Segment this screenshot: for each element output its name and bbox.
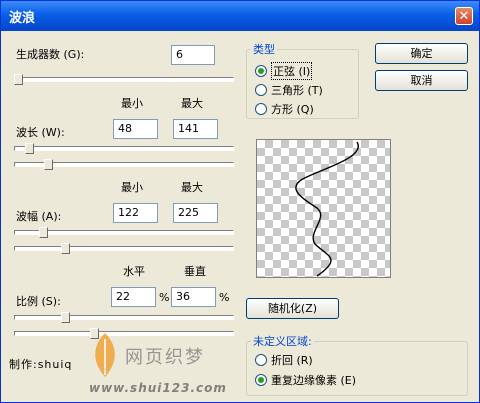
generators-label: 生成器数 (G): bbox=[16, 46, 84, 62]
scale-label: 比例 (S): bbox=[16, 293, 61, 309]
scale-horizontal-header: 水平 bbox=[123, 265, 145, 278]
undefined-repeat-label: 重复边缘像素 (E) bbox=[271, 372, 356, 388]
type-group-legend: 类型 bbox=[251, 41, 277, 57]
type-radio-sine[interactable]: 正弦 (I) bbox=[255, 62, 313, 80]
type-triangle-key: (T) bbox=[307, 84, 323, 97]
amplitude-min-header: 最小 bbox=[121, 181, 143, 194]
watermark-site-name: 网页织梦 bbox=[125, 347, 205, 368]
radio-unselected-icon bbox=[255, 103, 267, 115]
wavelength-max-slider-thumb[interactable] bbox=[43, 159, 53, 170]
undefined-repeat-key: (E) bbox=[340, 374, 357, 387]
wavelength-max-header: 最大 bbox=[181, 97, 203, 110]
watermark-author: 制作:shuiq bbox=[9, 358, 73, 371]
undefined-radio-repeat-edge[interactable]: 重复边缘像素 (E) bbox=[255, 372, 356, 388]
ok-button[interactable]: 确定 bbox=[375, 43, 468, 64]
type-radio-triangle[interactable]: 三角形 (T) bbox=[255, 82, 323, 98]
scale-vertical-header: 垂直 bbox=[184, 265, 206, 278]
wavelength-min-slider-thumb[interactable] bbox=[24, 143, 34, 154]
scale-key: (S): bbox=[41, 295, 61, 308]
type-sine-label: 正弦 (I) bbox=[271, 62, 313, 80]
undefined-repeat-text: 重复边缘像素 bbox=[271, 374, 337, 387]
type-triangle-label: 三角形 (T) bbox=[271, 82, 323, 98]
title-bar[interactable]: 波浪 ✕ bbox=[1, 1, 479, 31]
amplitude-max-input[interactable]: 225 bbox=[173, 203, 218, 223]
cancel-button[interactable]: 取消 bbox=[375, 70, 468, 91]
scale-horizontal-slider-track bbox=[14, 315, 234, 320]
amplitude-min-slider-thumb[interactable] bbox=[39, 227, 49, 238]
scale-vertical-unit: % bbox=[219, 291, 230, 304]
radio-selected-icon bbox=[255, 65, 267, 77]
type-radio-square[interactable]: 方形 (Q) bbox=[255, 101, 314, 117]
amplitude-label-text: 波幅 bbox=[16, 210, 38, 223]
amplitude-key: (A): bbox=[41, 210, 62, 223]
undefined-wrap-label: 折回 (R) bbox=[271, 352, 313, 368]
scale-label-text: 比例 bbox=[16, 295, 38, 308]
type-sine-text: 正弦 bbox=[273, 65, 295, 78]
generators-input[interactable]: 6 bbox=[171, 45, 215, 65]
generators-slider-track bbox=[14, 77, 234, 82]
leaf-logo-icon bbox=[95, 333, 115, 377]
randomize-button[interactable]: 随机化(Z) bbox=[246, 298, 339, 319]
wavelength-min-input[interactable]: 48 bbox=[113, 119, 158, 139]
wavelength-key: (W): bbox=[41, 126, 65, 139]
generators-key: (G): bbox=[63, 48, 85, 61]
amplitude-max-slider-track bbox=[14, 246, 234, 251]
radio-unselected-icon bbox=[255, 84, 267, 96]
radio-selected-icon bbox=[255, 374, 267, 386]
window-title: 波浪 bbox=[9, 11, 36, 26]
amplitude-max-header: 最大 bbox=[181, 181, 203, 194]
radio-unselected-icon bbox=[255, 354, 267, 366]
wave-preview-curve bbox=[295, 141, 359, 277]
type-sine-key: (I) bbox=[298, 65, 311, 78]
close-button[interactable]: ✕ bbox=[455, 7, 473, 25]
type-triangle-text: 三角形 bbox=[271, 84, 304, 97]
wavelength-min-slider-track bbox=[14, 146, 234, 151]
wavelength-label-text: 波长 bbox=[16, 126, 38, 139]
undefined-radio-wrap[interactable]: 折回 (R) bbox=[255, 352, 313, 368]
type-square-label: 方形 (Q) bbox=[271, 101, 314, 117]
generators-slider-thumb[interactable] bbox=[14, 74, 23, 85]
wavelength-label: 波长 (W): bbox=[16, 124, 65, 140]
scale-horizontal-input[interactable]: 22 bbox=[111, 287, 156, 307]
undefined-wrap-key: (R) bbox=[296, 354, 313, 367]
scale-horizontal-slider-thumb[interactable] bbox=[60, 312, 70, 323]
amplitude-max-slider-thumb[interactable] bbox=[60, 243, 70, 254]
undefined-areas-legend: 未定义区域: bbox=[251, 333, 314, 349]
amplitude-label: 波幅 (A): bbox=[16, 208, 61, 224]
type-square-key: (Q) bbox=[296, 103, 314, 116]
undefined-wrap-text: 折回 bbox=[271, 354, 293, 367]
close-icon: ✕ bbox=[458, 9, 470, 24]
watermark-url: www.shui123.com bbox=[89, 381, 227, 395]
generators-label-text: 生成器数 bbox=[16, 48, 60, 61]
type-square-text: 方形 bbox=[271, 103, 293, 116]
scale-vertical-input[interactable]: 36 bbox=[171, 287, 216, 307]
amplitude-min-input[interactable]: 122 bbox=[113, 203, 158, 223]
wavelength-min-header: 最小 bbox=[121, 97, 143, 110]
wave-preview bbox=[256, 139, 391, 278]
wavelength-max-input[interactable]: 141 bbox=[173, 119, 218, 139]
scale-horizontal-unit: % bbox=[159, 291, 170, 304]
watermark-logo: 网页织梦 www.shui123.com bbox=[85, 331, 235, 401]
wave-dialog: 波浪 ✕ 生成器数 (G): 6 最小 最大 波长 (W): 48 141 最小… bbox=[0, 0, 480, 403]
